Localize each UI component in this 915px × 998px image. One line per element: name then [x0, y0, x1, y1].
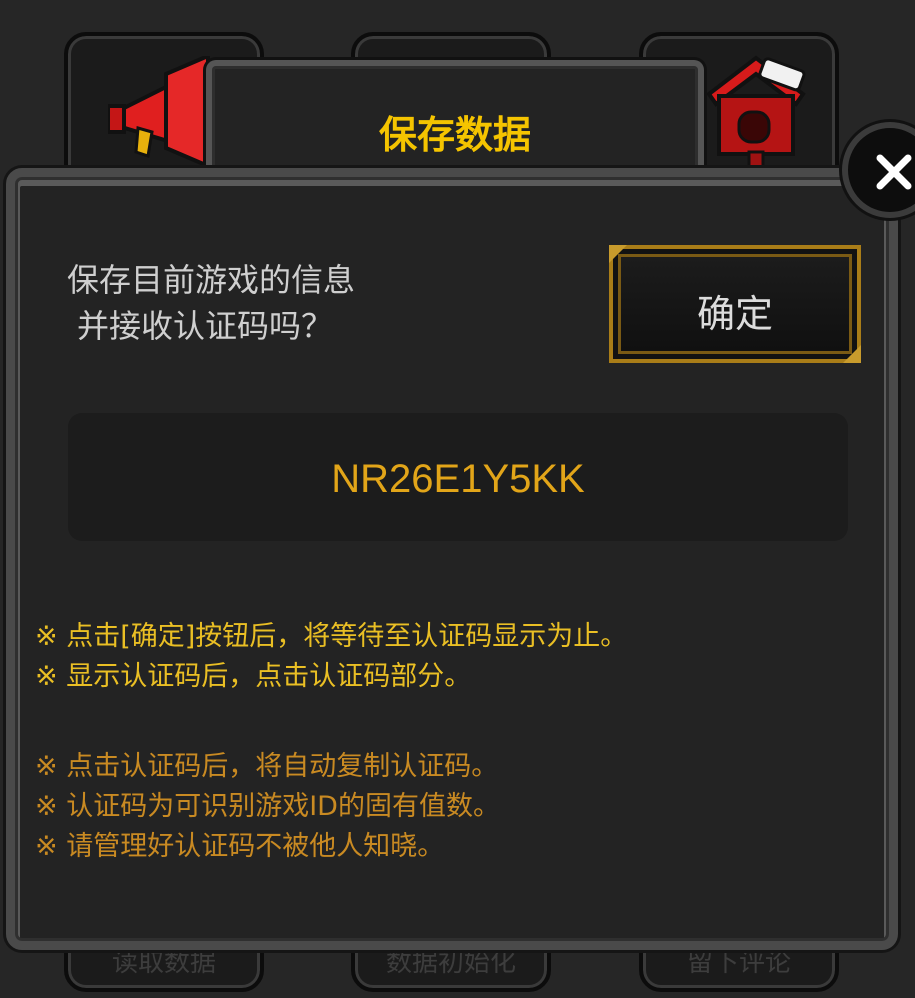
question-line-2: 并接收认证码吗？ [77, 307, 334, 345]
mailbox-post-icon [706, 55, 806, 174]
ornament-corner-icon [609, 245, 627, 263]
close-icon [876, 154, 912, 190]
note-secondary-2: ※ 认证码为可识别游戏ID的固有值数。 [35, 791, 500, 822]
dialog-title: 保存数据 [378, 113, 531, 157]
confirm-button-label: 确定 [696, 292, 773, 336]
note-secondary-1: ※ 点击认证码后，将自动复制认证码。 [35, 751, 499, 782]
save-data-dialog: 保存目前游戏的信息 并接收认证码吗？ 确定 NR26E1Y5KK ※ 点击[确定… [6, 168, 898, 950]
auth-code[interactable]: NR26E1Y5KK [68, 457, 848, 502]
game-screen: 读取数据 数据初始化 留下评论 保存数据 保存目前游戏的信息 并接收认证码吗？ … [0, 0, 915, 998]
ornament-corner-icon [843, 345, 861, 363]
auth-code-box[interactable]: NR26E1Y5KK [68, 413, 848, 541]
dialog-question: 保存目前游戏的信息 并接收认证码吗？ [67, 257, 355, 349]
question-line-1: 保存目前游戏的信息 [67, 261, 356, 299]
note-primary-2: ※ 显示认证码后，点击认证码部分。 [35, 661, 472, 692]
note-primary-1: ※ 点击[确定]按钮后，将等待至认证码显示为止。 [35, 621, 628, 652]
confirm-button[interactable]: 确定 [609, 245, 861, 363]
note-secondary-3: ※ 请管理好认证码不被他人知晓。 [35, 831, 445, 862]
